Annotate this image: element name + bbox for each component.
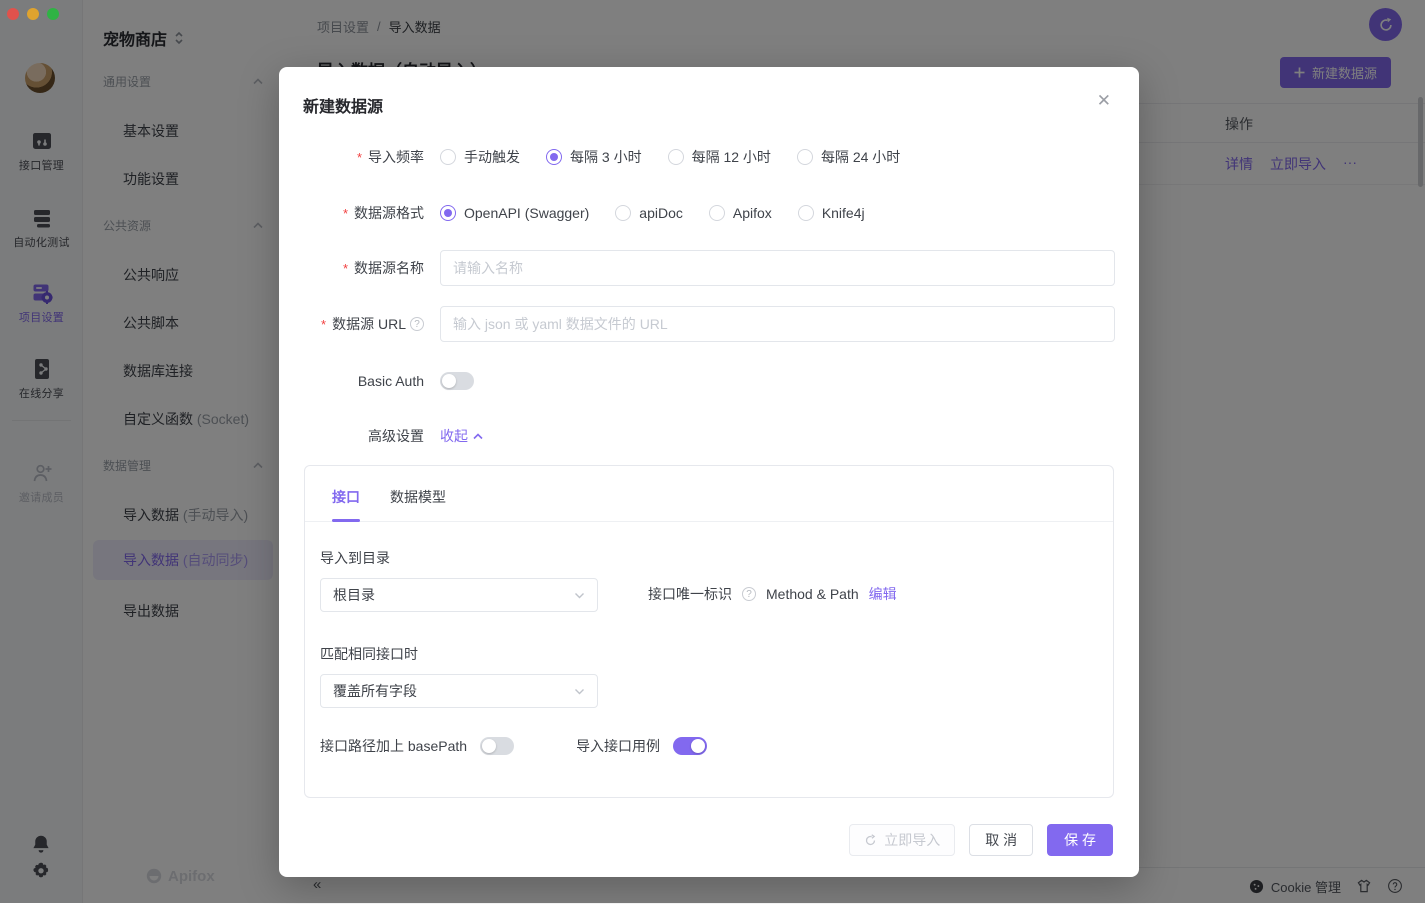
label-text: 数据源格式	[354, 203, 424, 223]
chevron-up-icon	[473, 433, 483, 440]
radio-label: Apifox	[733, 205, 772, 221]
radio-label: 每隔 24 小时	[821, 147, 900, 167]
import-cases-label: 导入接口用例	[576, 736, 660, 756]
button-label: 取 消	[985, 830, 1017, 850]
modal-close-icon[interactable]: ✕	[1097, 92, 1111, 109]
base-path-label: 接口路径加上 basePath	[320, 736, 467, 756]
radio-label: Knife4j	[822, 205, 865, 221]
modal-title: 新建数据源	[303, 93, 383, 117]
radio-format-openapi[interactable]: OpenAPI (Swagger)	[440, 205, 589, 221]
required-asterisk: *	[343, 261, 348, 276]
select-value: 根目录	[333, 585, 375, 605]
radio-label: 每隔 3 小时	[570, 147, 642, 167]
label-text: 导入频率	[368, 147, 424, 167]
import-dir-select[interactable]: 根目录	[320, 578, 598, 612]
form-row-name: * 数据源名称	[303, 250, 1115, 286]
match-mode-select[interactable]: 覆盖所有字段	[320, 674, 598, 708]
tab-data-models[interactable]: 数据模型	[390, 487, 446, 521]
radio-circle	[440, 149, 456, 165]
endpoint-id-edit-link[interactable]: 编辑	[869, 584, 897, 604]
save-button[interactable]: 保 存	[1047, 824, 1113, 856]
advanced-settings-panel: 接口 数据模型 导入到目录 根目录 接口唯一标识 ? Method & Path…	[304, 465, 1114, 798]
radio-circle	[797, 149, 813, 165]
datasource-url-input[interactable]	[440, 306, 1115, 342]
field-label: * 导入频率	[303, 147, 424, 167]
radio-format-apidoc[interactable]: apiDoc	[615, 205, 683, 221]
radio-circle	[709, 205, 725, 221]
endpoint-id-group: 接口唯一标识 ? Method & Path 编辑	[648, 584, 897, 604]
label-text: 数据源 URL	[332, 314, 406, 334]
field-label: * 数据源格式	[303, 203, 424, 223]
radio-circle-selected	[440, 205, 456, 221]
advanced-collapse-link[interactable]: 收起	[440, 426, 483, 446]
radio-label: 每隔 12 小时	[692, 147, 771, 167]
window-zoom-button[interactable]	[47, 8, 59, 20]
panel-toggle-row: 接口路径加上 basePath 导入接口用例	[320, 736, 707, 756]
tab-endpoints[interactable]: 接口	[332, 487, 360, 521]
field-label: Basic Auth	[303, 373, 424, 389]
endpoint-id-help-icon[interactable]: ?	[742, 587, 756, 601]
import-dir-label: 导入到目录	[320, 548, 390, 568]
url-help-icon[interactable]: ?	[410, 317, 424, 331]
select-value: 覆盖所有字段	[333, 681, 417, 701]
radio-format-apifox[interactable]: Apifox	[709, 205, 772, 221]
form-row-advanced: 高级设置 收起	[303, 426, 1115, 446]
form-row-format: * 数据源格式 OpenAPI (Swagger) apiDoc Apifox …	[303, 203, 1115, 223]
radio-format-knife4j[interactable]: Knife4j	[798, 205, 865, 221]
radio-label: 手动触发	[464, 147, 520, 167]
basic-auth-toggle[interactable]	[440, 372, 474, 390]
import-cases-toggle[interactable]	[673, 737, 707, 755]
form-row-basic-auth: Basic Auth	[303, 371, 1115, 391]
panel-tabs: 接口 数据模型	[305, 466, 1113, 522]
cancel-button[interactable]: 取 消	[969, 824, 1033, 856]
required-asterisk: *	[357, 150, 362, 165]
radio-circle	[615, 205, 631, 221]
button-label: 保 存	[1064, 830, 1096, 850]
window-controls	[7, 8, 59, 20]
radio-frequency-manual[interactable]: 手动触发	[440, 147, 520, 167]
window-close-button[interactable]	[7, 8, 19, 20]
match-mode-label: 匹配相同接口时	[320, 644, 418, 664]
new-datasource-modal: 新建数据源 ✕ * 导入频率 手动触发 每隔 3 小时 每隔 12 小时 每隔 …	[279, 67, 1139, 877]
required-asterisk: *	[321, 317, 326, 332]
form-row-url: * 数据源 URL ?	[303, 306, 1115, 342]
link-label: 收起	[440, 426, 468, 446]
radio-circle	[668, 149, 684, 165]
radio-frequency-24h[interactable]: 每隔 24 小时	[797, 147, 900, 167]
button-label: 立即导入	[884, 830, 940, 850]
field-label: * 数据源 URL ?	[303, 314, 424, 334]
datasource-name-input[interactable]	[440, 250, 1115, 286]
field-label: 高级设置	[303, 426, 424, 446]
radio-frequency-12h[interactable]: 每隔 12 小时	[668, 147, 771, 167]
radio-frequency-3h[interactable]: 每隔 3 小时	[546, 147, 642, 167]
import-now-button[interactable]: 立即导入	[849, 824, 955, 856]
radio-label: apiDoc	[639, 205, 683, 221]
radio-circle	[798, 205, 814, 221]
chevron-down-icon	[574, 688, 585, 695]
label-text: 数据源名称	[354, 258, 424, 278]
required-asterisk: *	[343, 206, 348, 221]
radio-label: OpenAPI (Swagger)	[464, 205, 589, 221]
label-text: 高级设置	[368, 426, 424, 446]
label-text: Basic Auth	[358, 373, 424, 389]
chevron-down-icon	[574, 592, 585, 599]
endpoint-id-value: Method & Path	[766, 586, 859, 602]
field-label: * 数据源名称	[303, 258, 424, 278]
form-row-frequency: * 导入频率 手动触发 每隔 3 小时 每隔 12 小时 每隔 24 小时	[303, 147, 1115, 167]
endpoint-id-label: 接口唯一标识	[648, 584, 732, 604]
base-path-toggle[interactable]	[480, 737, 514, 755]
modal-footer: 立即导入 取 消 保 存	[849, 824, 1113, 856]
window-minimize-button[interactable]	[27, 8, 39, 20]
radio-circle-selected	[546, 149, 562, 165]
refresh-icon	[864, 834, 877, 847]
